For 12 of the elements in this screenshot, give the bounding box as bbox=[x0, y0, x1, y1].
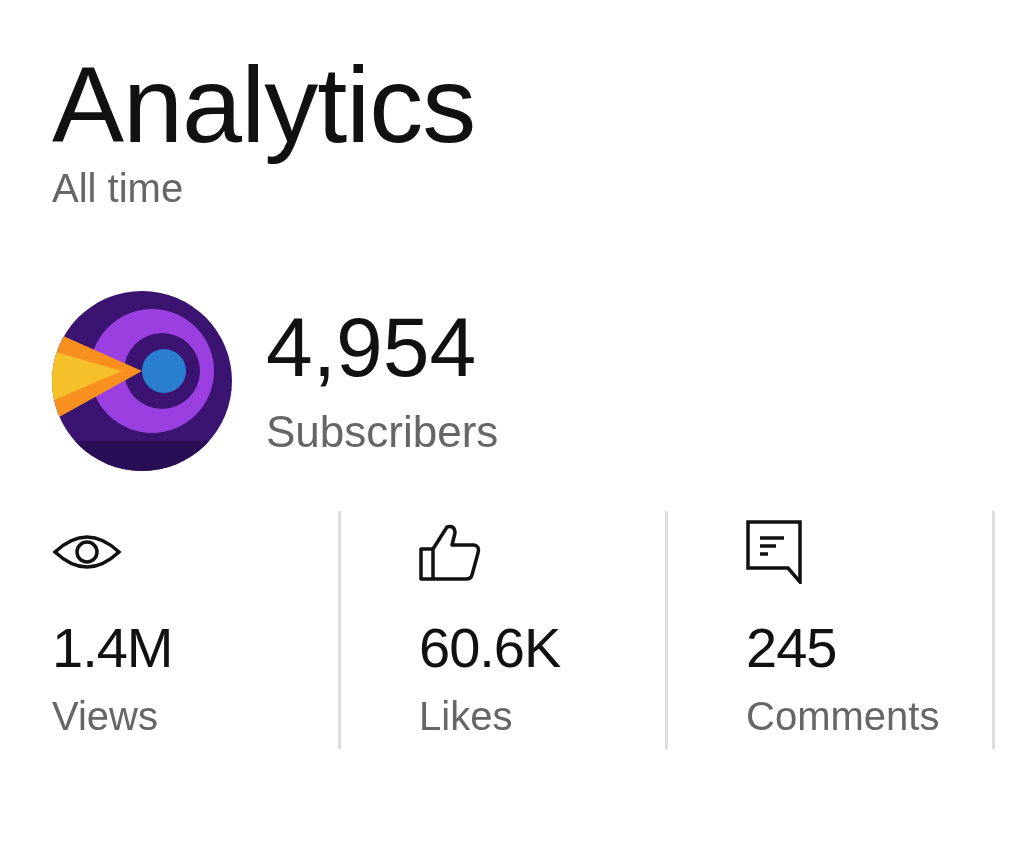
period-label: All time bbox=[52, 165, 184, 211]
stat-value: 1.4M bbox=[52, 614, 173, 680]
subscriber-count: 4,954 bbox=[266, 304, 477, 389]
comment-icon bbox=[746, 519, 802, 584]
stat-value: 60.6K bbox=[419, 614, 561, 680]
stat-label: Likes bbox=[419, 693, 513, 739]
stat-value: 245 bbox=[746, 614, 837, 680]
subscribers-label: Subscribers bbox=[266, 406, 499, 457]
stat-label: Comments bbox=[746, 693, 940, 739]
stat-label: Views bbox=[52, 693, 158, 739]
thumbs-up-icon bbox=[419, 522, 481, 581]
page-title: Analytics bbox=[52, 43, 476, 167]
